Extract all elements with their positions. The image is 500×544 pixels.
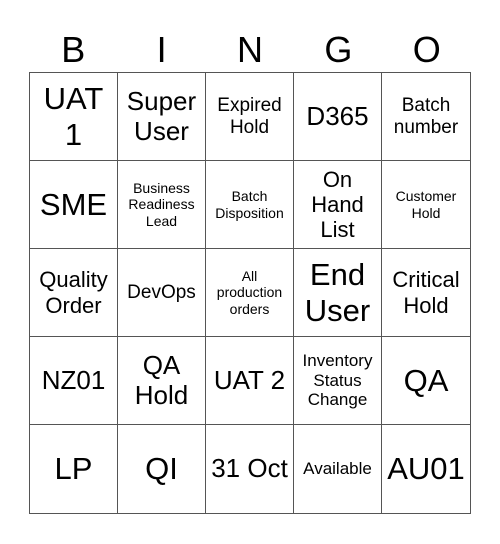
- bingo-cell[interactable]: LP: [30, 425, 118, 513]
- bingo-cell[interactable]: DevOps: [118, 249, 206, 337]
- bingo-cell[interactable]: Batch number: [382, 73, 470, 161]
- bingo-cell[interactable]: 31 Oct: [206, 425, 294, 513]
- bingo-cell[interactable]: QI: [118, 425, 206, 513]
- bingo-cell[interactable]: UAT 1: [30, 73, 118, 161]
- bingo-cell[interactable]: D365: [294, 73, 382, 161]
- header-letter-b: B: [61, 29, 86, 70]
- bingo-cell[interactable]: QA: [382, 337, 470, 425]
- bingo-cell[interactable]: Expired Hold: [206, 73, 294, 161]
- bingo-cell[interactable]: All production orders: [206, 249, 294, 337]
- bingo-cell[interactable]: Critical Hold: [382, 249, 470, 337]
- bingo-grid: UAT 1 Super User Expired Hold D365 Batch…: [29, 72, 471, 514]
- bingo-cell[interactable]: End User: [294, 249, 382, 337]
- bingo-cell[interactable]: SME: [30, 161, 118, 249]
- bingo-cell[interactable]: Super User: [118, 73, 206, 161]
- header-letter-o: O: [412, 29, 441, 70]
- bingo-cell[interactable]: Customer Hold: [382, 161, 470, 249]
- header-letter-n: N: [236, 29, 263, 70]
- bingo-cell[interactable]: AU01: [382, 425, 470, 513]
- header-letter-g: G: [324, 29, 353, 70]
- bingo-cell[interactable]: NZ01: [30, 337, 118, 425]
- bingo-header: B I N G O: [29, 28, 471, 72]
- bingo-cell[interactable]: Quality Order: [30, 249, 118, 337]
- bingo-cell[interactable]: QA Hold: [118, 337, 206, 425]
- bingo-cell[interactable]: UAT 2: [206, 337, 294, 425]
- bingo-cell[interactable]: Inventory Status Change: [294, 337, 382, 425]
- bingo-cell[interactable]: Business Readiness Lead: [118, 161, 206, 249]
- bingo-cell[interactable]: Batch Disposition: [206, 161, 294, 249]
- bingo-cell[interactable]: On Hand List: [294, 161, 382, 249]
- bingo-cell[interactable]: Available: [294, 425, 382, 513]
- header-letter-i: I: [156, 29, 167, 70]
